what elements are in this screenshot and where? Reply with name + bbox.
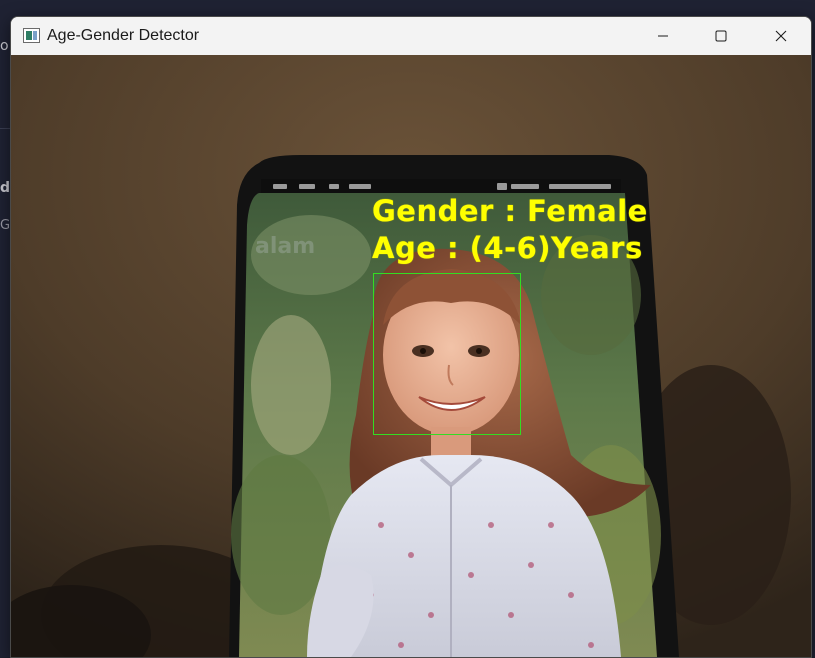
background-text-fragment: o (0, 38, 9, 54)
window-title: Age-Gender Detector (47, 27, 200, 44)
gender-prediction-label: Gender : Female (372, 194, 648, 228)
close-icon (775, 30, 787, 42)
minimize-icon (658, 35, 668, 37)
maximize-icon (715, 30, 727, 42)
app-window-icon (23, 28, 40, 43)
background-text-fragment: d (0, 180, 11, 196)
background-text-fragment: G (0, 218, 11, 233)
maximize-button[interactable] (692, 17, 750, 55)
webcam-video-frame: alam Gender: Female Age: (4-6)Years (11, 55, 811, 657)
close-button[interactable] (752, 17, 810, 55)
title-bar[interactable]: Age-Gender Detector (11, 17, 811, 55)
face-bounding-box (373, 273, 521, 435)
app-window: Age-Gender Detector alam Gender: Female… (10, 16, 812, 658)
svg-text:alam: alam (255, 234, 315, 259)
minimize-button[interactable] (634, 17, 692, 55)
age-prediction-label: Age : (4-6)Years (372, 231, 643, 265)
